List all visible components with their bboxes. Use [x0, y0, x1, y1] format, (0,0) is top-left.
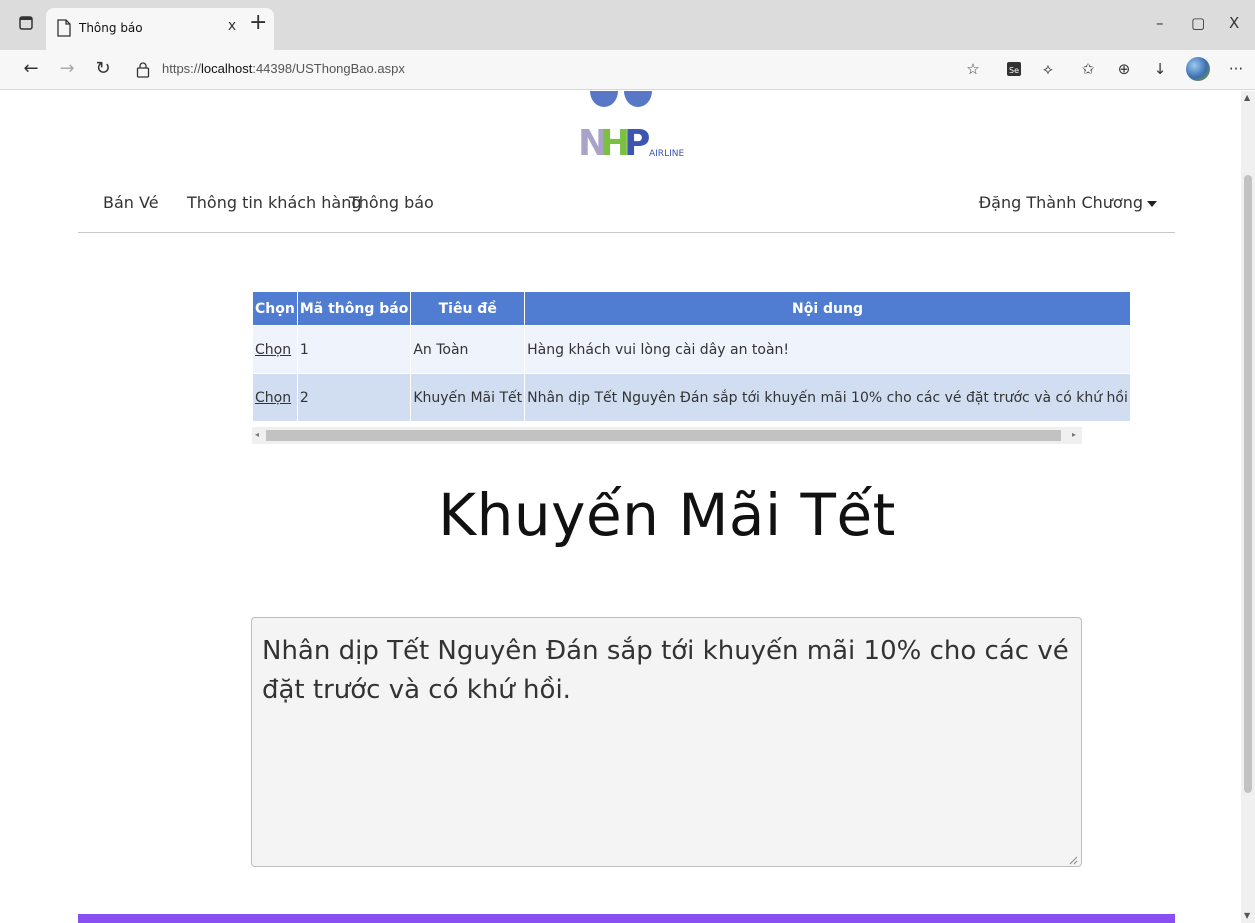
scroll-up-icon[interactable]: ▲: [1244, 93, 1250, 102]
main-nav: Bán Vé Thông tin khách hàng Thông báo Đặ…: [78, 191, 1175, 233]
page-content: N H P AIRLINE Bán Vé Thông tin khách hàn…: [0, 91, 1241, 923]
scroll-left-icon[interactable]: ◂: [255, 430, 259, 439]
nav-thong-tin-khach-hang[interactable]: Thông tin khách hàng: [187, 193, 362, 212]
cell-title: An Toàn: [410, 325, 526, 374]
profile-avatar[interactable]: [1186, 57, 1210, 81]
minimize-button[interactable]: –: [1156, 14, 1164, 32]
download-icon[interactable]: ↓: [1150, 59, 1170, 79]
cell-title: Khuyến Mãi Tết: [410, 373, 526, 422]
col-header-noi-dung: Nội dung: [524, 291, 1131, 326]
browser-tab[interactable]: Thông báo x: [46, 8, 274, 50]
nav-thong-bao[interactable]: Thông báo: [349, 193, 434, 212]
more-menu-icon[interactable]: ···: [1226, 59, 1246, 79]
notification-content[interactable]: Nhân dịp Tết Nguyên Đán sắp tới khuyến m…: [251, 617, 1082, 867]
scroll-down-icon[interactable]: ▼: [1244, 911, 1250, 920]
user-name: Đặng Thành Chương: [978, 193, 1143, 212]
back-icon[interactable]: ←: [20, 58, 42, 80]
scroll-right-icon[interactable]: ▸: [1072, 430, 1076, 439]
address-bar: ← → ↻ https://localhost:44398/USThongBao…: [0, 50, 1255, 90]
close-window-button[interactable]: X: [1229, 14, 1239, 32]
refresh-icon[interactable]: ↻: [92, 58, 114, 80]
extension-icon[interactable]: Se: [1004, 59, 1024, 79]
notification-title: Khuyến Mãi Tết: [438, 481, 896, 549]
favorites-icon[interactable]: ✩: [1078, 59, 1098, 79]
cell-id: 2: [296, 373, 412, 422]
nav-ban-ve[interactable]: Bán Vé: [103, 193, 159, 212]
url-field[interactable]: https://localhost:44398/USThongBao.aspx: [162, 61, 405, 76]
url-host: localhost: [201, 61, 253, 76]
browser-tab-bar: Thông báo x + – ▢ X: [0, 0, 1255, 50]
scroll-thumb[interactable]: [1244, 175, 1252, 793]
airline-logo: N H P AIRLINE: [578, 91, 684, 163]
scroll-thumb[interactable]: [266, 430, 1061, 441]
restore-button[interactable]: ▢: [1191, 14, 1205, 32]
url-scheme: https://: [162, 61, 202, 76]
new-tab-button[interactable]: +: [249, 12, 267, 34]
col-header-chon: Chọn: [252, 291, 298, 326]
svg-text:Se: Se: [1009, 66, 1019, 75]
cell-content: Nhân dịp Tết Nguyên Đán sắp tới khuyến m…: [524, 373, 1131, 422]
select-link[interactable]: Chọn: [255, 390, 291, 406]
page-icon: [57, 19, 71, 37]
cell-id: 1: [296, 325, 412, 374]
col-header-ma: Mã thông báo: [296, 291, 412, 326]
tab-close-button[interactable]: x: [222, 18, 242, 34]
user-menu[interactable]: Đặng Thành Chương: [979, 193, 1157, 212]
tab-title: Thông báo: [79, 21, 143, 35]
vertical-scrollbar[interactable]: ▲ ▼: [1241, 91, 1255, 923]
favorite-star-icon[interactable]: ☆: [963, 59, 983, 79]
cell-content: Hàng khách vui lòng cài dây an toàn!: [524, 325, 1131, 374]
caret-down-icon: [1147, 200, 1157, 207]
forward-icon[interactable]: →: [56, 58, 78, 80]
svg-text:P: P: [624, 123, 650, 163]
collections-icon[interactable]: ⊕: [1114, 59, 1134, 79]
svg-text:AIRLINE: AIRLINE: [649, 149, 684, 159]
col-header-tieu-de: Tiêu đề: [410, 291, 526, 326]
table-row: Chọn 1 An Toàn Hàng khách vui lòng cài d…: [252, 325, 1131, 374]
resize-grip-icon[interactable]: [1068, 855, 1078, 865]
footer: [78, 914, 1175, 923]
horizontal-scrollbar[interactable]: ◂ ▸: [252, 427, 1082, 444]
url-path: :44398/USThongBao.aspx: [252, 61, 405, 76]
notification-grid: Chọn Mã thông báo Tiêu đề Nội dung Chọn …: [252, 291, 1131, 444]
select-link[interactable]: Chọn: [255, 342, 291, 358]
extensions-puzzle-icon[interactable]: ⟡: [1038, 59, 1058, 79]
lock-icon[interactable]: [136, 62, 150, 78]
tab-actions-icon[interactable]: [16, 13, 36, 33]
table-row: Chọn 2 Khuyến Mãi Tết Nhân dịp Tết Nguyê…: [252, 373, 1131, 422]
